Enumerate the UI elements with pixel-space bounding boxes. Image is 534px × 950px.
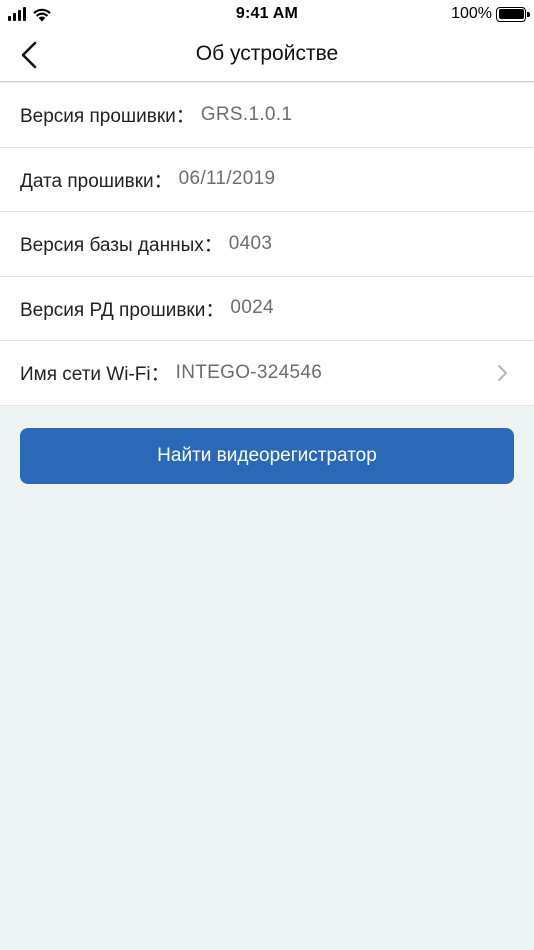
row-label: Дата прошивки： <box>20 170 173 192</box>
database-version-row: Версия базы данных： 0403 <box>0 212 534 277</box>
row-label: Версия прошивки： <box>20 106 195 128</box>
find-dashcam-button[interactable]: Найти видеорегистратор <box>20 428 514 484</box>
row-label: Имя сети Wi-Fi： <box>20 364 170 386</box>
row-label: Версия базы данных： <box>20 235 223 257</box>
row-value: 0024 <box>230 297 274 319</box>
device-info-screen: 9:41 AM 100% Об устройстве Версия прошив… <box>0 0 534 950</box>
row-value: GRS.1.0.1 <box>200 103 293 125</box>
row-value: 0403 <box>228 232 273 254</box>
nav-bar: Об устройстве <box>0 28 534 82</box>
firmware-version-row: Версия прошивки： GRS.1.0.1 <box>0 83 534 148</box>
battery-percent: 100% <box>451 5 492 22</box>
row-value: INTEGO-324546 <box>175 361 323 383</box>
page-title: Об устройстве <box>195 42 339 65</box>
status-right: 100% <box>451 5 530 23</box>
row-value: 06/11/2019 <box>178 168 276 190</box>
firmware-date-row: Дата прошивки： 06/11/2019 <box>0 148 534 212</box>
wifi-name-row[interactable]: Имя сети Wi-Fi： INTEGO-324546 <box>0 341 534 406</box>
rd-firmware-version-row: Версия РД прошивки： 0024 <box>0 277 534 341</box>
battery-icon <box>496 6 530 22</box>
device-info-list: Версия прошивки： GRS.1.0.1 Дата прошивки… <box>0 83 534 406</box>
row-label: Версия РД прошивки： <box>20 299 225 321</box>
status-bar: 9:41 AM 100% <box>0 0 534 28</box>
chevron-right-icon <box>498 365 507 381</box>
